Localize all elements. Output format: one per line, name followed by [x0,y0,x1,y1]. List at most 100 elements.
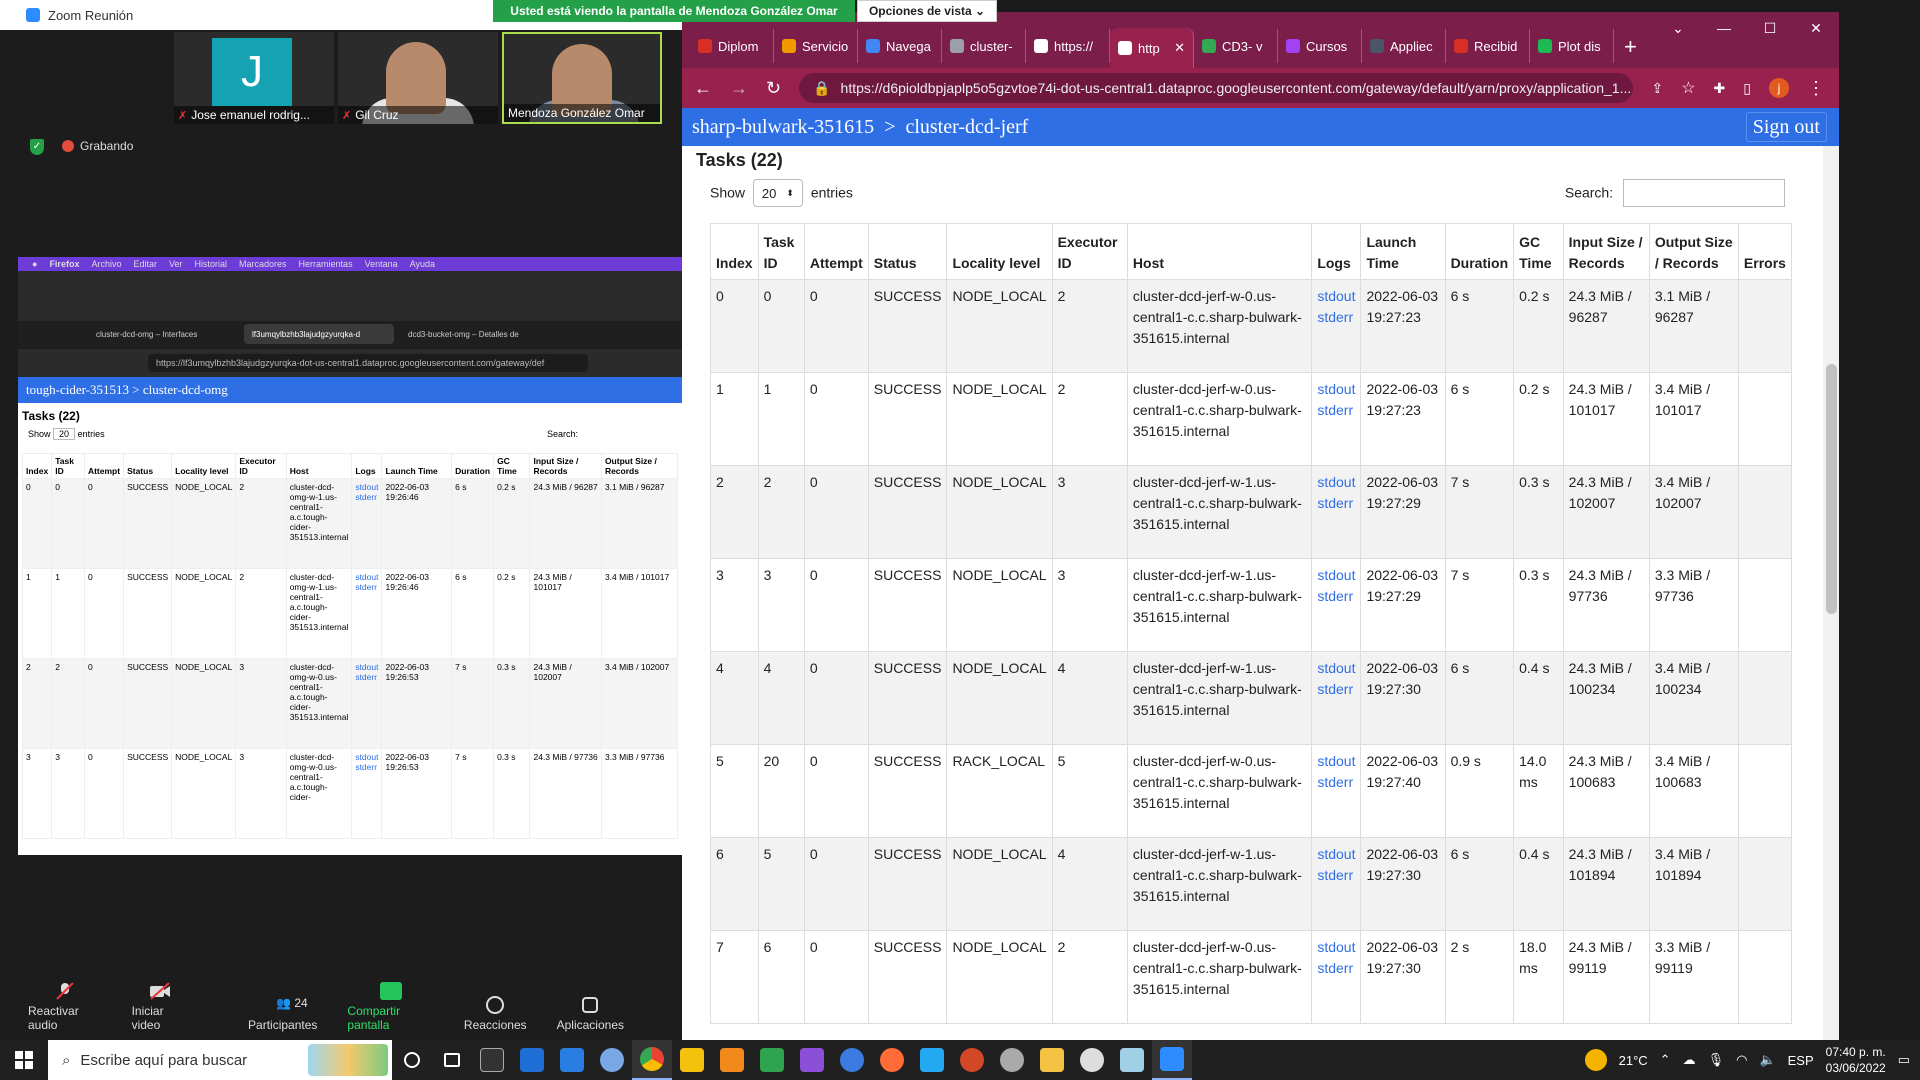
postman-icon[interactable] [872,1040,912,1080]
scrollbar-thumb[interactable] [1826,364,1837,614]
taskbar-search[interactable]: ⌕ Escribe aquí para buscar [48,1040,392,1080]
stdout-link[interactable]: stdout [1317,846,1355,862]
browser-tab[interactable]: https:// [1026,29,1110,63]
weather-icon[interactable] [1584,1049,1607,1071]
onedrive-icon[interactable]: ☁ [1683,1052,1696,1068]
column-header[interactable]: GC Time [1513,223,1564,280]
recording-indicator[interactable]: Grabando [62,139,133,153]
terminal-icon[interactable] [472,1040,512,1080]
stderr-link[interactable]: stderr [1317,309,1353,325]
column-header[interactable]: Launch Time [1360,223,1446,280]
start-button[interactable] [0,1040,48,1080]
participant-tile[interactable]: J ✗ Jose emanuel rodrig... [174,32,334,124]
browser-tab[interactable]: Recibid [1446,29,1530,63]
cortana-icon[interactable] [392,1040,432,1080]
reload-icon[interactable]: ↻ [766,78,781,99]
address-bar[interactable]: 🔒 https://d6pioldbpjaplp5o5gzvtoe74i-dot… [799,73,1634,103]
maximize-icon[interactable]: ☐ [1747,12,1793,44]
bookmark-star-icon[interactable]: ☆ [1681,78,1695,98]
volume-icon[interactable]: 🔈 [1759,1052,1775,1068]
stderr-link[interactable]: stderr [1317,681,1353,697]
participants-button[interactable]: 👥 24 Participantes [248,996,317,1032]
column-header[interactable]: Task ID [757,223,805,280]
stderr-link[interactable]: stderr [1317,495,1353,511]
participant-tile[interactable]: Mendoza González Omar [502,32,662,124]
browser-tab[interactable]: Diplom [690,29,774,63]
settings-gear-icon[interactable] [992,1040,1032,1080]
browser-tab[interactable]: Plot dis [1530,29,1614,63]
zoom-taskbar-icon[interactable] [1152,1040,1192,1080]
apps-button[interactable]: Aplicaciones [557,996,624,1032]
share-icon[interactable]: ⇪ [1651,80,1663,97]
obs-icon[interactable] [1072,1040,1112,1080]
stdout-link[interactable]: stdout [1317,288,1355,304]
column-header[interactable]: Errors [1737,223,1793,280]
menu-dots-icon[interactable]: ⋮ [1807,78,1825,99]
stderr-link[interactable]: stderr [1317,588,1353,604]
column-header[interactable]: Duration [1444,223,1515,280]
outlook-icon[interactable] [552,1040,592,1080]
sublime-icon[interactable] [712,1040,752,1080]
file-explorer-icon[interactable] [1032,1040,1072,1080]
browser-tab[interactable]: Servicio [774,29,858,63]
stderr-link[interactable]: stderr [1317,774,1353,790]
entries-select[interactable]: 20 ⬍ [752,179,803,207]
visual-studio-icon[interactable] [792,1040,832,1080]
back-icon[interactable]: ← [694,78,712,99]
column-header[interactable]: Input Size / Records [1562,223,1650,280]
clock[interactable]: 07:40 p. m. 03/06/2022 [1826,1044,1886,1076]
stdout-link[interactable]: stdout [1317,567,1355,583]
column-header[interactable]: Executor ID [1051,223,1128,280]
share-screen-button[interactable]: Compartir pantalla [347,982,434,1032]
stdout-link[interactable]: stdout [1317,474,1355,490]
notes-app-icon[interactable] [1112,1040,1152,1080]
language-indicator[interactable]: ESP [1788,1053,1814,1068]
stderr-link[interactable]: stderr [1317,867,1353,883]
chrome-taskbar-icon[interactable] [632,1040,672,1080]
column-header[interactable]: Attempt [803,223,869,280]
unmute-audio-button[interactable]: Reactivar audio [28,982,102,1032]
start-video-button[interactable]: Iniciar video [132,982,188,1032]
column-header[interactable]: Output Size / Records [1648,223,1739,280]
stdout-link[interactable]: stdout [1317,660,1355,676]
stderr-link[interactable]: stderr [1317,402,1353,418]
participant-tile[interactable]: ✗ Gil Cruz [338,32,498,124]
task-view-icon[interactable] [432,1040,472,1080]
minimize-icon[interactable]: — [1701,12,1747,44]
word-app-icon[interactable] [832,1040,872,1080]
column-header[interactable]: Index [710,223,759,280]
powerpoint-icon[interactable] [952,1040,992,1080]
stdout-link[interactable]: stdout [1317,939,1355,955]
r-app-icon[interactable] [592,1040,632,1080]
tray-overflow-icon[interactable]: ⌃ [1660,1052,1671,1068]
notifications-icon[interactable]: ▭ [1898,1052,1910,1068]
security-shield-icon[interactable]: ✓ [30,139,44,155]
mail-icon[interactable] [512,1040,552,1080]
browser-tab[interactable]: Appliec [1362,29,1446,63]
project-name[interactable]: sharp-bulwark-351615 [692,116,874,139]
browser-tab[interactable]: Cursos [1278,29,1362,63]
column-header[interactable]: Logs [1311,223,1362,280]
forward-icon[interactable]: → [730,78,748,99]
browser-tab[interactable]: Navega [858,29,942,63]
profile-avatar[interactable]: j [1769,78,1789,98]
column-header[interactable]: Status [867,223,948,280]
browser-tab[interactable]: CD3- v [1194,29,1278,63]
excel-app-icon[interactable] [752,1040,792,1080]
tab-close-icon[interactable]: ✕ [1174,40,1185,56]
column-header[interactable]: Locality level [946,223,1053,280]
side-panel-icon[interactable]: ▯ [1743,80,1751,97]
reactions-button[interactable]: Reacciones [464,996,527,1032]
page-scrollbar[interactable] [1823,146,1839,1040]
view-options-button[interactable]: Opciones de vista ⌄ [857,0,997,22]
tab-search-icon[interactable]: ⌄ [1655,12,1701,44]
browser-tab[interactable]: cluster- [942,29,1026,63]
sign-out-button[interactable]: Sign out [1745,112,1827,142]
weather-temp[interactable]: 21°C [1619,1053,1648,1068]
new-tab-icon[interactable]: + [1624,34,1637,60]
wifi-icon[interactable]: ◠ [1736,1052,1747,1068]
browser-tab-active[interactable]: http ✕ [1110,28,1194,68]
extensions-icon[interactable]: ✚ [1714,80,1726,97]
puzzle-app-icon[interactable] [672,1040,712,1080]
cluster-name[interactable]: cluster-dcd-jerf [905,116,1028,139]
